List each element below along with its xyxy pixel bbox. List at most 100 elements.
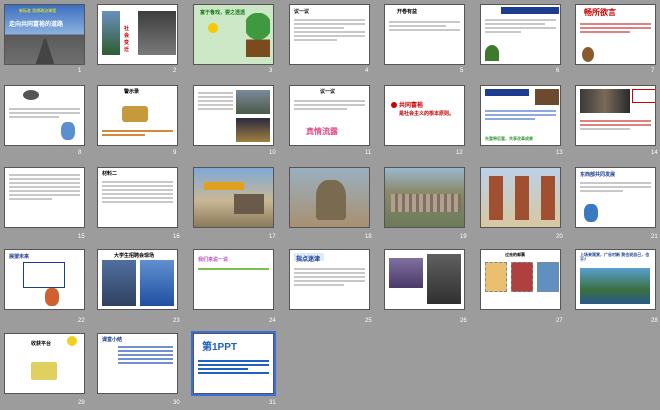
slide-title: 过去的邮票 (505, 252, 525, 257)
slide-number: 23 (173, 318, 180, 324)
photo-image (535, 89, 559, 105)
callout-box (632, 89, 655, 103)
slide-thumbnail-8[interactable] (4, 85, 85, 146)
slide-thumbnail-12[interactable]: 共同富裕 是社会主义的根本原则。 (384, 85, 465, 146)
title-banner (501, 7, 559, 14)
slide-thumbnail-27[interactable]: 过去的邮票 (480, 249, 561, 310)
slide-number: 19 (460, 234, 467, 240)
slide-thumbnail-1[interactable]: 新标准 思想政治课程 走向共同富裕的道路 (4, 4, 85, 65)
character-image (485, 45, 499, 61)
slide-thumbnail-22[interactable]: 展望未来 (4, 249, 85, 310)
book-image (31, 362, 57, 380)
slide-number: 17 (269, 234, 276, 240)
slide-thumbnail-29[interactable]: 收获平台 (4, 333, 85, 394)
slide-thumbnail-25[interactable]: 指点迷津 (289, 249, 370, 310)
slide-thumbnail-6[interactable] (480, 4, 561, 65)
slide-thumbnail-7[interactable]: 畅所欲言 (575, 4, 656, 65)
photo-image (427, 254, 461, 304)
slide-thumbnail-19[interactable] (384, 167, 465, 228)
character-image (45, 288, 59, 306)
slide-number: 26 (460, 318, 467, 324)
slide-thumbnail-5[interactable]: 开卷有益 (384, 4, 465, 65)
slide-thumbnail-15[interactable] (4, 167, 85, 228)
slide-title: 开卷有益 (397, 9, 418, 15)
slide-number: 20 (556, 234, 563, 240)
slide-thumbnail-23[interactable]: 大学生招聘会现场 (97, 249, 178, 310)
slide-number: 27 (556, 318, 563, 324)
slide-title: 材料二 (102, 171, 118, 177)
slide-title: 第1PPT (202, 342, 238, 353)
slide-number: 29 (78, 400, 85, 406)
slide-title: 警示录 (124, 89, 140, 95)
tree-image (246, 13, 270, 57)
slide-number: 3 (269, 68, 273, 74)
slide-number: 7 (651, 68, 655, 74)
slide-number: 5 (460, 68, 464, 74)
slide-number: 24 (269, 318, 276, 324)
slide-subtitle: 新标准 思想政治课程 (19, 8, 57, 13)
slide-thumbnail-30[interactable]: 课堂小结 (97, 333, 178, 394)
slide-number: 4 (365, 68, 369, 74)
slide-thumbnail-2[interactable]: 社会变迁 (97, 4, 178, 65)
slide-thumbnail-28[interactable]: 上场来观赏，广谷村新 我也说自己，也不？ (575, 249, 656, 310)
smiley-icon (67, 336, 77, 346)
photo-image (138, 11, 176, 55)
photo-image (140, 260, 174, 306)
slide-thumbnail-17[interactable] (193, 167, 274, 228)
photo-image (236, 90, 270, 114)
slide-title: 展望未来 (9, 254, 30, 260)
slide-thumbnail-11[interactable]: 议一议 真情流露 (289, 85, 370, 146)
slide-number: 28 (651, 318, 658, 324)
slide-thumbnail-26[interactable] (384, 249, 465, 310)
bullet-icon (391, 102, 397, 108)
pagoda-image (515, 176, 529, 220)
slide-title: 议一议 (294, 9, 310, 15)
slide-number: 30 (173, 400, 180, 406)
slide-title: 社会变迁 (124, 26, 130, 53)
slide-thumbnail-13[interactable]: 先富带后富，共享改革成果 (480, 85, 561, 146)
slide-thumbnail-31[interactable]: 第1PPT (191, 331, 276, 396)
slide-title: 我们来说一说 (198, 257, 229, 263)
slide-thumbnail-18[interactable] (289, 167, 370, 228)
title-banner (485, 89, 529, 96)
photo-image (236, 118, 270, 142)
slide-number: 16 (173, 234, 180, 240)
slide-text: 是社会主义的根本原则。 (399, 111, 455, 117)
slide-number: 15 (78, 234, 85, 240)
slide-title: 东西部共同发展 (580, 172, 616, 178)
slide-text: 先富带后富，共享改革成果 (485, 136, 533, 141)
slide-number: 11 (365, 150, 372, 156)
photo-image (389, 258, 423, 288)
slide-thumbnail-14[interactable] (575, 85, 656, 146)
slide-thumbnail-4[interactable]: 议一议 (289, 4, 370, 65)
slide-number: 21 (651, 234, 658, 240)
slide-number: 31 (269, 400, 276, 406)
road-image (35, 39, 55, 64)
slide-number: 22 (78, 318, 85, 324)
slide-thumbnail-10[interactable] (193, 85, 274, 146)
pagoda-image (541, 176, 555, 220)
slide-thumbnail-21[interactable]: 东西部共同发展 (575, 167, 656, 228)
slide-title: 课堂小结 (102, 337, 123, 343)
slide-thumbnail-3[interactable]: 富于鲁戏，要之透透 (193, 4, 274, 65)
slide-title: 上场来观赏，广谷村新 我也说自己，也不？ (580, 252, 650, 262)
character-image (61, 122, 75, 140)
photo-image (580, 89, 630, 113)
slide-number: 13 (556, 150, 563, 156)
slide-thumbnail-9[interactable]: 警示录 (97, 85, 178, 146)
slide-title: 收获平台 (31, 341, 52, 347)
slide-number: 6 (556, 68, 560, 74)
slide-thumbnail-20[interactable] (480, 167, 561, 228)
slide-number: 12 (456, 150, 463, 156)
slide-thumbnail-24[interactable]: 我们来说一说 (193, 249, 274, 310)
content-box (23, 262, 65, 288)
slide-number: 1 (78, 68, 82, 74)
slide-number: 8 (78, 150, 82, 156)
building-image (234, 194, 264, 214)
slide-thumbnail-16[interactable]: 材料二 (97, 167, 178, 228)
slide-number: 9 (173, 150, 177, 156)
slide-number: 2 (173, 68, 177, 74)
slide-title: 大学生招聘会现场 (114, 253, 155, 259)
slide-number: 25 (365, 318, 372, 324)
photo-image (580, 268, 650, 304)
